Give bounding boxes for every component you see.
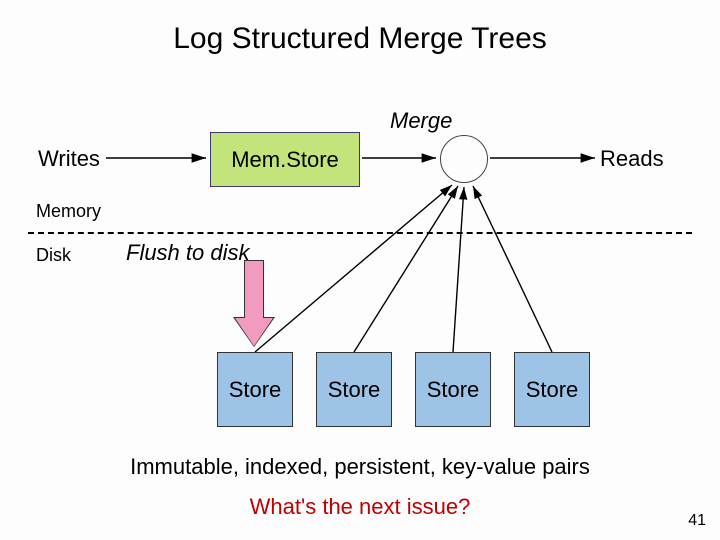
caption-text: Immutable, indexed, persistent, key-valu… [0,454,720,480]
store-label: Store [229,377,282,403]
disk-region-label: Disk [36,245,71,266]
page-number: 41 [688,512,706,530]
store-label: Store [526,377,579,403]
merge-node [440,135,488,183]
flush-arrow-icon [239,260,269,350]
store-box: Store [217,352,293,427]
memory-disk-divider [28,232,692,234]
question-text: What's the next issue? [0,494,720,520]
flush-label: Flush to disk [126,240,250,266]
store-box: Store [514,352,590,427]
merge-label: Merge [390,108,452,134]
reads-label: Reads [600,146,664,172]
store-box: Store [316,352,392,427]
writes-label: Writes [38,146,100,172]
store-label: Store [328,377,381,403]
store-box: Store [415,352,491,427]
page-title: Log Structured Merge Trees [0,22,720,56]
memory-region-label: Memory [36,201,101,222]
memstore-label: Mem.Store [231,147,339,173]
store-label: Store [427,377,480,403]
memstore-box: Mem.Store [210,132,360,187]
